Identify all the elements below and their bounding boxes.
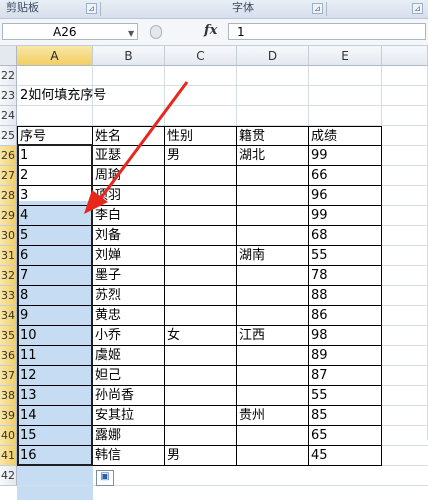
ribbon-separator (326, 2, 327, 16)
formula-bar-resize-handle[interactable] (150, 25, 162, 39)
annotation-arrow (84, 81, 189, 214)
table-cell[interactable]: 韩信 (93, 446, 165, 466)
name-box[interactable]: A26 (2, 23, 138, 40)
table-cell[interactable] (237, 446, 309, 466)
spreadsheet-grid[interactable]: A B C D E 22 23 24 25 26 27 28 29 30 31 32 33 34 35 36 37 38 3… (0, 46, 428, 500)
font-launcher-icon[interactable]: ⊿ (312, 3, 323, 14)
paste-options-icon[interactable]: ▣ (96, 470, 114, 486)
insert-function-icon[interactable]: fx (204, 23, 217, 38)
clipboard-launcher-icon[interactable]: ⊿ (86, 3, 97, 14)
table-cell[interactable]: 男 (165, 446, 237, 466)
annotation-arrow-shaft (96, 81, 189, 203)
chevron-down-icon[interactable]: ▼ (128, 29, 134, 38)
table-cell[interactable]: 45 (309, 446, 382, 466)
gridline (17, 485, 428, 486)
ribbon-separator (100, 2, 101, 16)
ribbon-group-clipboard: 剪贴板 (6, 1, 39, 14)
ribbon-group-font: 字体 (232, 1, 254, 14)
ribbon: 剪贴板 ⊿ 字体 ⊿ ⊿ (0, 0, 428, 19)
alignment-launcher-icon[interactable]: ⊿ (412, 3, 423, 14)
row-header-42[interactable]: 42 (0, 466, 17, 486)
formula-bar: A26 ▼ fx 1 (0, 19, 428, 46)
formula-input[interactable]: 1 (228, 23, 426, 40)
row-header-41[interactable]: 41 (0, 446, 17, 466)
